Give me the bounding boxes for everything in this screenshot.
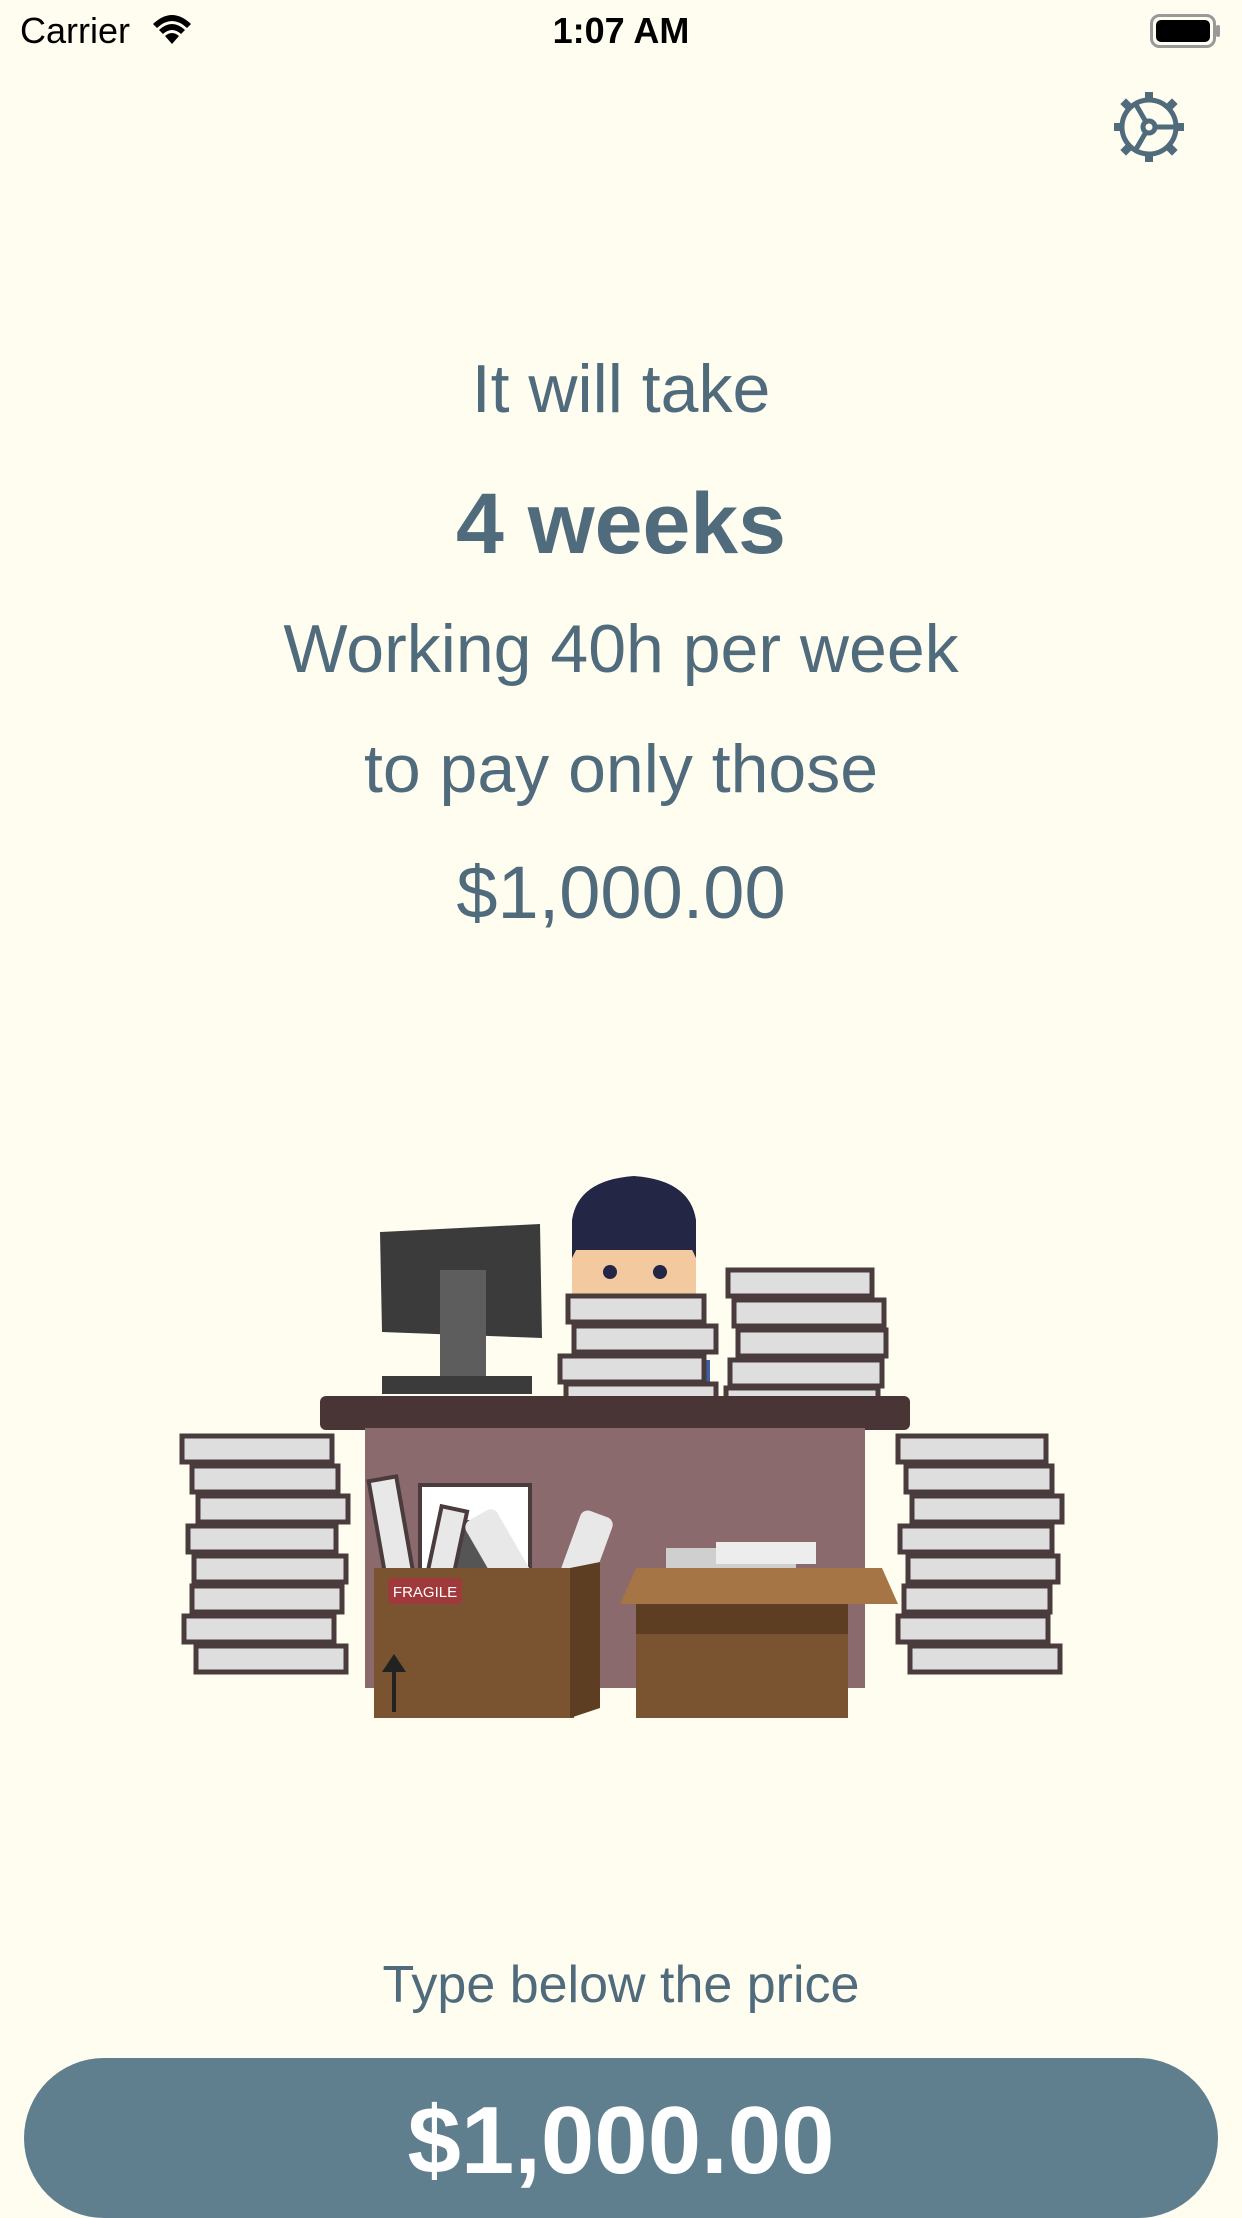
price-prompt-label: Type below the price	[382, 1956, 860, 2014]
book-stack-front	[557, 1293, 719, 1413]
duration-text: 4 weeks	[456, 476, 786, 572]
working-hours-text: Working 40h per week	[283, 611, 959, 687]
monitor-icon	[380, 1224, 542, 1394]
book-stack-left	[179, 1433, 351, 1675]
gear-icon	[1114, 92, 1184, 162]
intro-text: It will take	[471, 351, 771, 427]
settings-button[interactable]	[1112, 90, 1186, 164]
book-stack-desk-right	[723, 1267, 889, 1415]
clock: 1:07 AM	[552, 10, 690, 51]
status-bar: Carrier 1:07 AM	[0, 0, 1242, 60]
worker-desk-illustration: FRAGILE	[179, 1176, 1065, 1718]
price-input[interactable]: $1,000.00	[24, 2058, 1218, 2218]
fragile-label: FRAGILE	[393, 1584, 457, 1601]
pay-text: to pay only those	[363, 731, 879, 807]
book-stack-right	[895, 1433, 1065, 1675]
amount-text: $1,000.00	[456, 851, 786, 934]
battery-icon	[1150, 14, 1220, 48]
